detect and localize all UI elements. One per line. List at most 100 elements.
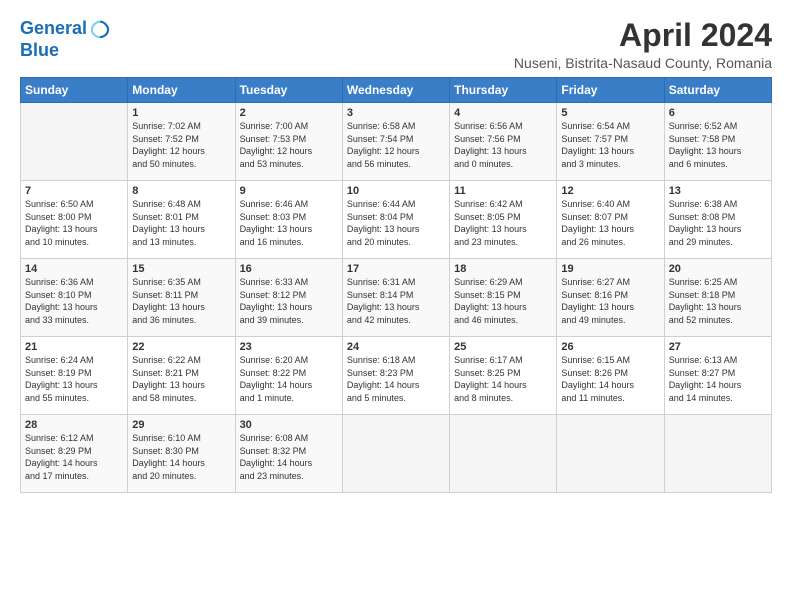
day-number: 18 bbox=[454, 263, 552, 275]
day-info: Sunrise: 6:36 AM Sunset: 8:10 PM Dayligh… bbox=[25, 276, 123, 326]
day-info: Sunrise: 6:20 AM Sunset: 8:22 PM Dayligh… bbox=[240, 354, 338, 404]
day-number: 19 bbox=[561, 263, 659, 275]
day-info: Sunrise: 6:31 AM Sunset: 8:14 PM Dayligh… bbox=[347, 276, 445, 326]
day-info: Sunrise: 6:56 AM Sunset: 7:56 PM Dayligh… bbox=[454, 120, 552, 170]
calendar-cell: 4Sunrise: 6:56 AM Sunset: 7:56 PM Daylig… bbox=[450, 103, 557, 181]
day-number: 21 bbox=[25, 341, 123, 353]
day-info: Sunrise: 6:58 AM Sunset: 7:54 PM Dayligh… bbox=[347, 120, 445, 170]
day-number: 15 bbox=[132, 263, 230, 275]
header-row: SundayMondayTuesdayWednesdayThursdayFrid… bbox=[21, 78, 772, 103]
calendar-cell: 16Sunrise: 6:33 AM Sunset: 8:12 PM Dayli… bbox=[235, 259, 342, 337]
day-number: 22 bbox=[132, 341, 230, 353]
day-number: 7 bbox=[25, 185, 123, 197]
header-cell-tuesday: Tuesday bbox=[235, 78, 342, 103]
title-block: April 2024 Nuseni, Bistrita-Nasaud Count… bbox=[514, 18, 772, 71]
logo-text: General bbox=[20, 19, 87, 39]
day-info: Sunrise: 6:52 AM Sunset: 7:58 PM Dayligh… bbox=[669, 120, 767, 170]
calendar-cell: 7Sunrise: 6:50 AM Sunset: 8:00 PM Daylig… bbox=[21, 181, 128, 259]
header-cell-sunday: Sunday bbox=[21, 78, 128, 103]
calendar-cell bbox=[557, 415, 664, 493]
day-number: 4 bbox=[454, 107, 552, 119]
calendar-cell: 11Sunrise: 6:42 AM Sunset: 8:05 PM Dayli… bbox=[450, 181, 557, 259]
calendar-body: 1Sunrise: 7:02 AM Sunset: 7:52 PM Daylig… bbox=[21, 103, 772, 493]
day-info: Sunrise: 6:29 AM Sunset: 8:15 PM Dayligh… bbox=[454, 276, 552, 326]
day-info: Sunrise: 6:27 AM Sunset: 8:16 PM Dayligh… bbox=[561, 276, 659, 326]
calendar-cell: 1Sunrise: 7:02 AM Sunset: 7:52 PM Daylig… bbox=[128, 103, 235, 181]
day-info: Sunrise: 6:22 AM Sunset: 8:21 PM Dayligh… bbox=[132, 354, 230, 404]
day-info: Sunrise: 7:02 AM Sunset: 7:52 PM Dayligh… bbox=[132, 120, 230, 170]
header-row: General Blue April 2024 Nuseni, Bistrita… bbox=[20, 18, 772, 71]
day-info: Sunrise: 6:25 AM Sunset: 8:18 PM Dayligh… bbox=[669, 276, 767, 326]
calendar-cell: 21Sunrise: 6:24 AM Sunset: 8:19 PM Dayli… bbox=[21, 337, 128, 415]
calendar-cell: 22Sunrise: 6:22 AM Sunset: 8:21 PM Dayli… bbox=[128, 337, 235, 415]
day-info: Sunrise: 6:54 AM Sunset: 7:57 PM Dayligh… bbox=[561, 120, 659, 170]
calendar-cell bbox=[450, 415, 557, 493]
calendar-header: SundayMondayTuesdayWednesdayThursdayFrid… bbox=[21, 78, 772, 103]
calendar-cell: 18Sunrise: 6:29 AM Sunset: 8:15 PM Dayli… bbox=[450, 259, 557, 337]
day-info: Sunrise: 6:42 AM Sunset: 8:05 PM Dayligh… bbox=[454, 198, 552, 248]
header-cell-friday: Friday bbox=[557, 78, 664, 103]
month-title: April 2024 bbox=[514, 18, 772, 53]
calendar-week-2: 7Sunrise: 6:50 AM Sunset: 8:00 PM Daylig… bbox=[21, 181, 772, 259]
day-info: Sunrise: 7:00 AM Sunset: 7:53 PM Dayligh… bbox=[240, 120, 338, 170]
calendar-cell: 3Sunrise: 6:58 AM Sunset: 7:54 PM Daylig… bbox=[342, 103, 449, 181]
day-number: 8 bbox=[132, 185, 230, 197]
calendar-cell: 10Sunrise: 6:44 AM Sunset: 8:04 PM Dayli… bbox=[342, 181, 449, 259]
calendar-cell: 27Sunrise: 6:13 AM Sunset: 8:27 PM Dayli… bbox=[664, 337, 771, 415]
header-cell-saturday: Saturday bbox=[664, 78, 771, 103]
calendar-week-1: 1Sunrise: 7:02 AM Sunset: 7:52 PM Daylig… bbox=[21, 103, 772, 181]
day-number: 27 bbox=[669, 341, 767, 353]
calendar-cell: 14Sunrise: 6:36 AM Sunset: 8:10 PM Dayli… bbox=[21, 259, 128, 337]
calendar-cell: 25Sunrise: 6:17 AM Sunset: 8:25 PM Dayli… bbox=[450, 337, 557, 415]
day-number: 12 bbox=[561, 185, 659, 197]
day-info: Sunrise: 6:35 AM Sunset: 8:11 PM Dayligh… bbox=[132, 276, 230, 326]
calendar-cell: 8Sunrise: 6:48 AM Sunset: 8:01 PM Daylig… bbox=[128, 181, 235, 259]
calendar-cell: 9Sunrise: 6:46 AM Sunset: 8:03 PM Daylig… bbox=[235, 181, 342, 259]
logo-line2: Blue bbox=[20, 40, 111, 61]
header-cell-thursday: Thursday bbox=[450, 78, 557, 103]
day-info: Sunrise: 6:17 AM Sunset: 8:25 PM Dayligh… bbox=[454, 354, 552, 404]
day-number: 29 bbox=[132, 419, 230, 431]
day-info: Sunrise: 6:18 AM Sunset: 8:23 PM Dayligh… bbox=[347, 354, 445, 404]
day-number: 30 bbox=[240, 419, 338, 431]
calendar-cell bbox=[664, 415, 771, 493]
calendar-cell: 19Sunrise: 6:27 AM Sunset: 8:16 PM Dayli… bbox=[557, 259, 664, 337]
logo: General Blue bbox=[20, 18, 111, 61]
day-info: Sunrise: 6:13 AM Sunset: 8:27 PM Dayligh… bbox=[669, 354, 767, 404]
day-number: 3 bbox=[347, 107, 445, 119]
calendar-cell: 17Sunrise: 6:31 AM Sunset: 8:14 PM Dayli… bbox=[342, 259, 449, 337]
logo-icon bbox=[89, 18, 111, 40]
day-number: 1 bbox=[132, 107, 230, 119]
day-number: 25 bbox=[454, 341, 552, 353]
day-number: 14 bbox=[25, 263, 123, 275]
day-info: Sunrise: 6:33 AM Sunset: 8:12 PM Dayligh… bbox=[240, 276, 338, 326]
day-number: 26 bbox=[561, 341, 659, 353]
day-number: 5 bbox=[561, 107, 659, 119]
calendar-cell: 5Sunrise: 6:54 AM Sunset: 7:57 PM Daylig… bbox=[557, 103, 664, 181]
header-cell-wednesday: Wednesday bbox=[342, 78, 449, 103]
calendar-cell: 15Sunrise: 6:35 AM Sunset: 8:11 PM Dayli… bbox=[128, 259, 235, 337]
calendar-cell: 2Sunrise: 7:00 AM Sunset: 7:53 PM Daylig… bbox=[235, 103, 342, 181]
calendar-week-5: 28Sunrise: 6:12 AM Sunset: 8:29 PM Dayli… bbox=[21, 415, 772, 493]
day-info: Sunrise: 6:24 AM Sunset: 8:19 PM Dayligh… bbox=[25, 354, 123, 404]
day-number: 6 bbox=[669, 107, 767, 119]
calendar-cell: 23Sunrise: 6:20 AM Sunset: 8:22 PM Dayli… bbox=[235, 337, 342, 415]
calendar-table: SundayMondayTuesdayWednesdayThursdayFrid… bbox=[20, 77, 772, 493]
calendar-week-3: 14Sunrise: 6:36 AM Sunset: 8:10 PM Dayli… bbox=[21, 259, 772, 337]
day-info: Sunrise: 6:50 AM Sunset: 8:00 PM Dayligh… bbox=[25, 198, 123, 248]
calendar-cell: 29Sunrise: 6:10 AM Sunset: 8:30 PM Dayli… bbox=[128, 415, 235, 493]
day-number: 24 bbox=[347, 341, 445, 353]
calendar-cell: 6Sunrise: 6:52 AM Sunset: 7:58 PM Daylig… bbox=[664, 103, 771, 181]
day-number: 23 bbox=[240, 341, 338, 353]
day-number: 10 bbox=[347, 185, 445, 197]
day-info: Sunrise: 6:12 AM Sunset: 8:29 PM Dayligh… bbox=[25, 432, 123, 482]
calendar-cell: 28Sunrise: 6:12 AM Sunset: 8:29 PM Dayli… bbox=[21, 415, 128, 493]
main-container: General Blue April 2024 Nuseni, Bistrita… bbox=[0, 0, 792, 503]
calendar-cell: 26Sunrise: 6:15 AM Sunset: 8:26 PM Dayli… bbox=[557, 337, 664, 415]
calendar-cell: 12Sunrise: 6:40 AM Sunset: 8:07 PM Dayli… bbox=[557, 181, 664, 259]
calendar-week-4: 21Sunrise: 6:24 AM Sunset: 8:19 PM Dayli… bbox=[21, 337, 772, 415]
day-number: 11 bbox=[454, 185, 552, 197]
day-number: 2 bbox=[240, 107, 338, 119]
day-number: 20 bbox=[669, 263, 767, 275]
day-number: 16 bbox=[240, 263, 338, 275]
